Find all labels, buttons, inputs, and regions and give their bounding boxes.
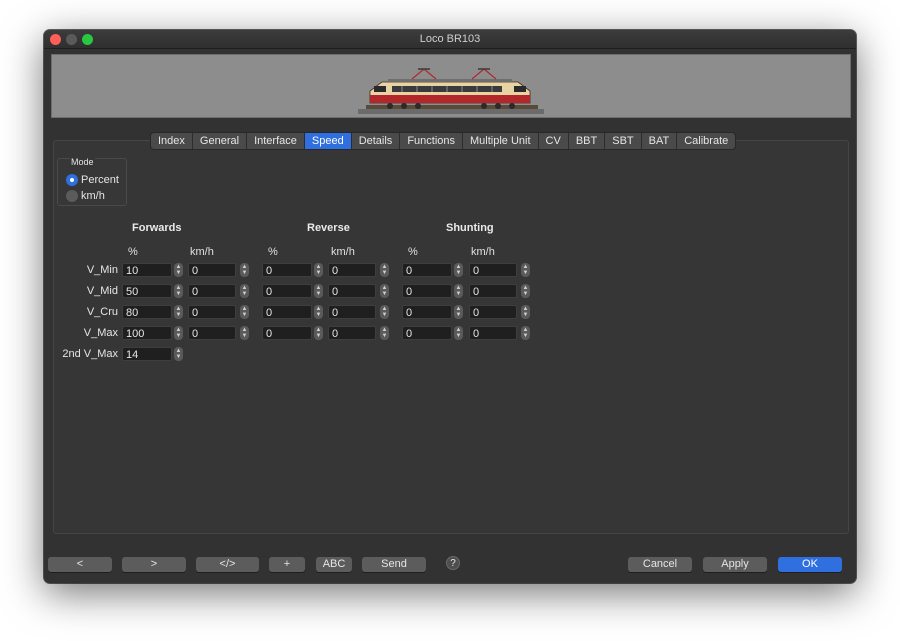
- mode-group-title: Mode: [70, 157, 95, 167]
- second-vmax-input[interactable]: 14: [122, 347, 172, 361]
- vmin-shunting-kmh-input[interactable]: 0: [469, 263, 517, 277]
- locomotive-image: [358, 68, 544, 114]
- code-button[interactable]: </>: [196, 557, 259, 572]
- vmax-reverse-percent-input[interactable]: 0: [262, 326, 312, 340]
- ok-button[interactable]: OK: [778, 557, 842, 572]
- vmin-reverse-kmh-input[interactable]: 0: [328, 263, 376, 277]
- stepper-icon[interactable]: ▲ ▼: [240, 284, 249, 298]
- abc-button[interactable]: ABC: [316, 557, 352, 572]
- loco-properties-window: Loco BR103 Index General Interface Speed…: [44, 30, 856, 583]
- tab-details[interactable]: Details: [352, 133, 401, 149]
- mode-percent-radio[interactable]: [66, 174, 78, 186]
- vmax-forwards-percent-input[interactable]: 100: [122, 326, 172, 340]
- row-label-vmax: V_Max: [83, 327, 118, 339]
- title-bar[interactable]: Loco BR103: [44, 30, 856, 49]
- shunting-percent-header: %: [408, 246, 418, 258]
- next-button[interactable]: >: [122, 557, 186, 572]
- stepper-icon[interactable]: ▲ ▼: [454, 263, 463, 277]
- stepper-icon[interactable]: ▲ ▼: [314, 284, 323, 298]
- stepper-icon[interactable]: ▲ ▼: [454, 305, 463, 319]
- send-button[interactable]: Send: [362, 557, 426, 572]
- tab-general[interactable]: General: [193, 133, 248, 149]
- stepper-icon[interactable]: ▲ ▼: [314, 305, 323, 319]
- vmin-forwards-kmh-input[interactable]: 0: [188, 263, 236, 277]
- tab-cv[interactable]: CV: [539, 133, 569, 149]
- locomotive-image-banner: [51, 54, 851, 118]
- tab-index[interactable]: Index: [151, 133, 193, 149]
- forwards-kmh-header: km/h: [190, 246, 214, 258]
- vmax-forwards-kmh-input[interactable]: 0: [188, 326, 236, 340]
- tab-bar: Index General Interface Speed Details Fu…: [150, 132, 737, 150]
- vmax-shunting-kmh-input[interactable]: 0: [469, 326, 517, 340]
- mode-kmh-radio[interactable]: [66, 190, 78, 202]
- tab-bbt[interactable]: BBT: [569, 133, 606, 149]
- vcru-forwards-percent-input[interactable]: 80: [122, 305, 172, 319]
- vmid-forwards-percent-input[interactable]: 50: [122, 284, 172, 298]
- stepper-icon[interactable]: ▲ ▼: [380, 284, 389, 298]
- stepper-icon[interactable]: ▲ ▼: [174, 326, 183, 340]
- reverse-heading: Reverse: [307, 222, 350, 234]
- tab-sbt[interactable]: SBT: [605, 133, 642, 149]
- tab-functions[interactable]: Functions: [400, 133, 464, 149]
- vmax-shunting-percent-input[interactable]: 0: [402, 326, 452, 340]
- tab-multiple-unit[interactable]: Multiple Unit: [463, 133, 539, 149]
- previous-button[interactable]: <: [48, 557, 112, 572]
- vcru-shunting-percent-input[interactable]: 0: [402, 305, 452, 319]
- vmin-reverse-percent-input[interactable]: 0: [262, 263, 312, 277]
- row-label-vcru: V_Cru: [86, 306, 118, 318]
- vmid-shunting-percent-input[interactable]: 0: [402, 284, 452, 298]
- stepper-icon[interactable]: ▲ ▼: [174, 263, 183, 277]
- stepper-icon[interactable]: ▲ ▼: [380, 326, 389, 340]
- stepper-icon[interactable]: ▲ ▼: [314, 263, 323, 277]
- row-label-vmid: V_Mid: [86, 285, 118, 297]
- stepper-icon[interactable]: ▲ ▼: [240, 263, 249, 277]
- window-title: Loco BR103: [419, 33, 481, 45]
- vmax-reverse-kmh-input[interactable]: 0: [328, 326, 376, 340]
- shunting-heading: Shunting: [446, 222, 494, 234]
- tab-interface[interactable]: Interface: [247, 133, 305, 149]
- help-icon[interactable]: ?: [446, 556, 460, 570]
- stepper-icon[interactable]: ▲ ▼: [521, 326, 530, 340]
- tab-speed[interactable]: Speed: [304, 133, 352, 149]
- vmid-reverse-kmh-input[interactable]: 0: [328, 284, 376, 298]
- forwards-heading: Forwards: [132, 222, 182, 234]
- stepper-icon[interactable]: ▲ ▼: [174, 305, 183, 319]
- add-button[interactable]: +: [269, 557, 305, 572]
- stepper-icon[interactable]: ▲ ▼: [174, 284, 183, 298]
- mode-percent-label[interactable]: Percent: [81, 174, 119, 186]
- vmid-forwards-kmh-input[interactable]: 0: [188, 284, 236, 298]
- forwards-percent-header: %: [128, 246, 138, 258]
- vcru-shunting-kmh-input[interactable]: 0: [469, 305, 517, 319]
- tab-bat[interactable]: BAT: [642, 133, 678, 149]
- vmid-shunting-kmh-input[interactable]: 0: [469, 284, 517, 298]
- stepper-icon[interactable]: ▲ ▼: [380, 305, 389, 319]
- vcru-forwards-kmh-input[interactable]: 0: [188, 305, 236, 319]
- vmin-forwards-percent-input[interactable]: 10: [122, 263, 172, 277]
- stepper-icon[interactable]: ▲ ▼: [380, 263, 389, 277]
- vcru-reverse-kmh-input[interactable]: 0: [328, 305, 376, 319]
- stepper-icon[interactable]: ▲ ▼: [314, 326, 323, 340]
- row-label-vmin: V_Min: [86, 264, 118, 276]
- tab-calibrate[interactable]: Calibrate: [677, 133, 735, 149]
- stepper-icon[interactable]: ▲ ▼: [454, 284, 463, 298]
- vmid-reverse-percent-input[interactable]: 0: [262, 284, 312, 298]
- stepper-icon[interactable]: ▲ ▼: [521, 284, 530, 298]
- apply-button[interactable]: Apply: [703, 557, 767, 572]
- mode-kmh-label[interactable]: km/h: [81, 190, 105, 202]
- cancel-button[interactable]: Cancel: [628, 557, 692, 572]
- row-label-second-vmax: 2nd V_Max: [62, 348, 118, 360]
- vcru-reverse-percent-input[interactable]: 0: [262, 305, 312, 319]
- stepper-icon[interactable]: ▲ ▼: [240, 305, 249, 319]
- stepper-icon[interactable]: ▲ ▼: [454, 326, 463, 340]
- reverse-kmh-header: km/h: [331, 246, 355, 258]
- stepper-icon[interactable]: ▲ ▼: [174, 347, 183, 361]
- reverse-percent-header: %: [268, 246, 278, 258]
- stepper-icon[interactable]: ▲ ▼: [521, 305, 530, 319]
- stepper-icon[interactable]: ▲ ▼: [521, 263, 530, 277]
- stepper-icon[interactable]: ▲ ▼: [240, 326, 249, 340]
- vmin-shunting-percent-input[interactable]: 0: [402, 263, 452, 277]
- shunting-kmh-header: km/h: [471, 246, 495, 258]
